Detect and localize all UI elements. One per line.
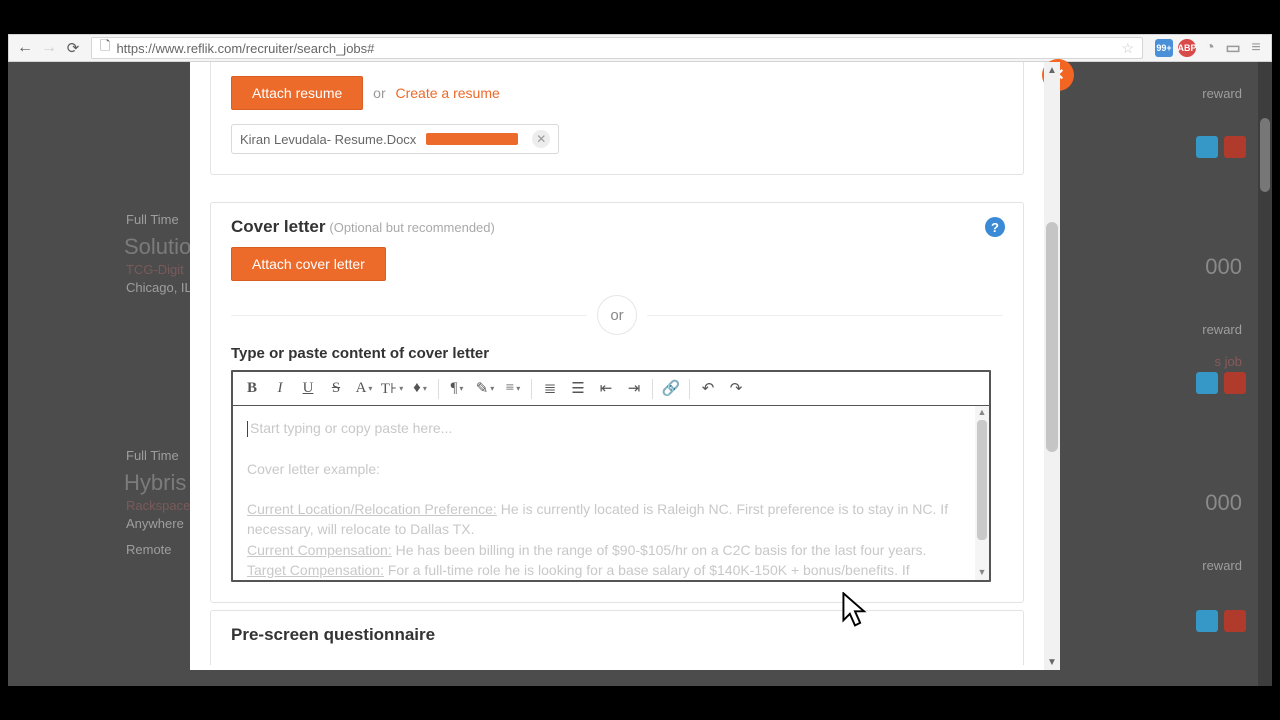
scroll-thumb[interactable] bbox=[1046, 222, 1058, 452]
attach-resume-button[interactable]: Attach resume bbox=[231, 76, 363, 110]
url-field[interactable]: 🗋 https://www.reflik.com/recruiter/searc… bbox=[91, 37, 1143, 59]
browser-toolbar: ← → ⟳ 🗋 https://www.reflik.com/recruiter… bbox=[8, 34, 1272, 62]
scroll-up-icon[interactable]: ▲ bbox=[975, 406, 989, 420]
underline-icon[interactable]: U bbox=[295, 376, 321, 402]
adblock-icon[interactable]: ABP bbox=[1178, 39, 1196, 57]
example-label: Target Compensation: bbox=[247, 562, 384, 578]
outdent-icon[interactable]: ⇤ bbox=[593, 376, 619, 402]
text-color-icon[interactable]: ♦ bbox=[407, 376, 433, 402]
unordered-list-icon[interactable]: ☰ bbox=[565, 376, 591, 402]
bg-location: Chicago, IL bbox=[126, 280, 192, 295]
section-subtitle: (Optional but recommended) bbox=[329, 220, 494, 235]
bg-job: s job bbox=[1215, 354, 1242, 369]
editor-placeholder: Start typing or copy paste here... bbox=[250, 420, 452, 436]
share-row bbox=[1196, 610, 1246, 632]
file-name: Kiran Levudala- Resume.Docx bbox=[240, 132, 416, 147]
globe-icon: 🗋 bbox=[100, 37, 110, 59]
bg-reward: reward bbox=[1202, 86, 1242, 101]
font-family-icon[interactable]: A bbox=[351, 376, 377, 402]
share-row bbox=[1196, 136, 1246, 158]
bg-reward: reward bbox=[1202, 558, 1242, 573]
prescreen-section: Pre-screen questionnaire bbox=[210, 610, 1024, 665]
rich-text-editor: B I U S A T꜔ ♦ ¶ ✎ ≡ ≣ ☰ ⇤ ⇥ 🔗 ↶ ↷ bbox=[231, 370, 991, 582]
upload-progress-bar bbox=[426, 133, 518, 145]
align-icon[interactable]: ≡ bbox=[500, 376, 526, 402]
editor-textarea[interactable]: Start typing or copy paste here... Cover… bbox=[233, 406, 989, 580]
bg-company: TCG-Digit bbox=[126, 262, 184, 277]
googleplus-icon[interactable] bbox=[1224, 136, 1246, 158]
section-title: Pre-screen questionnaire bbox=[231, 625, 435, 644]
url-text: https://www.reflik.com/recruiter/search_… bbox=[116, 41, 374, 56]
italic-icon[interactable]: I bbox=[267, 376, 293, 402]
bookmark-star-icon[interactable]: ☆ bbox=[1121, 40, 1134, 57]
page-scrollbar[interactable] bbox=[1258, 62, 1272, 686]
paragraph-icon[interactable]: ¶ bbox=[444, 376, 470, 402]
help-icon[interactable]: ? bbox=[985, 217, 1005, 237]
attach-cover-letter-button[interactable]: Attach cover letter bbox=[231, 247, 386, 281]
example-heading: Cover letter example: bbox=[247, 461, 380, 477]
font-size-icon[interactable]: T꜔ bbox=[379, 376, 405, 402]
extension-icons: 99+ ABP ◔ ▭ ≡ bbox=[1155, 39, 1265, 57]
highlight-icon[interactable]: ✎ bbox=[472, 376, 498, 402]
share-row bbox=[1196, 372, 1246, 394]
extension-icon[interactable]: ◔ bbox=[1201, 39, 1219, 57]
bg-job-title: Solutio bbox=[124, 234, 191, 260]
or-text: or bbox=[373, 85, 385, 101]
bg-location: Anywhere bbox=[126, 516, 184, 531]
googleplus-icon[interactable] bbox=[1224, 372, 1246, 394]
cover-letter-section: ? Cover letter (Optional but recommended… bbox=[210, 202, 1024, 603]
cast-icon[interactable]: ▭ bbox=[1224, 39, 1242, 57]
bg-reward: reward bbox=[1202, 322, 1242, 337]
type-label: Type or paste content of cover letter bbox=[231, 345, 1003, 362]
modal-scrollbar[interactable]: ▲ ▼ bbox=[1044, 62, 1060, 670]
bg-job-type: Full Time bbox=[126, 448, 179, 463]
example-text: He has been billing in the range of $90-… bbox=[392, 542, 927, 558]
indent-icon[interactable]: ⇥ bbox=[621, 376, 647, 402]
menu-icon[interactable]: ≡ bbox=[1247, 39, 1265, 57]
scroll-thumb[interactable] bbox=[977, 420, 987, 540]
bold-icon[interactable]: B bbox=[239, 376, 265, 402]
editor-scrollbar[interactable]: ▲ ▼ bbox=[975, 406, 989, 580]
bg-job-type: Full Time bbox=[126, 212, 179, 227]
resume-section: Attach resume or Create a resume Kiran L… bbox=[210, 62, 1024, 175]
or-divider: or bbox=[231, 295, 1003, 335]
bg-job-title: Hybris bbox=[124, 470, 186, 496]
bg-company: Rackspace bbox=[126, 498, 190, 513]
back-icon[interactable]: ← bbox=[15, 38, 35, 58]
googleplus-icon[interactable] bbox=[1224, 610, 1246, 632]
bg-amount: 000 bbox=[1205, 490, 1242, 516]
twitter-icon[interactable] bbox=[1196, 372, 1218, 394]
undo-icon[interactable]: ↶ bbox=[695, 376, 721, 402]
reload-icon[interactable]: ⟳ bbox=[63, 38, 83, 58]
redo-icon[interactable]: ↷ bbox=[723, 376, 749, 402]
scroll-down-icon[interactable]: ▼ bbox=[975, 566, 989, 580]
bg-amount: 000 bbox=[1205, 254, 1242, 280]
link-icon[interactable]: 🔗 bbox=[658, 376, 684, 402]
editor-toolbar: B I U S A T꜔ ♦ ¶ ✎ ≡ ≣ ☰ ⇤ ⇥ 🔗 ↶ ↷ bbox=[233, 372, 989, 406]
ordered-list-icon[interactable]: ≣ bbox=[537, 376, 563, 402]
strikethrough-icon[interactable]: S bbox=[323, 376, 349, 402]
uploaded-file-chip: Kiran Levudala- Resume.Docx ✕ bbox=[231, 124, 559, 154]
section-title: Cover letter bbox=[231, 217, 325, 236]
example-label: Current Compensation: bbox=[247, 542, 392, 558]
extension-icon[interactable]: 99+ bbox=[1155, 39, 1173, 57]
submit-candidate-modal: ✕ Attach resume or Create a resume Kiran… bbox=[190, 62, 1060, 670]
forward-icon[interactable]: → bbox=[39, 38, 59, 58]
or-label: or bbox=[597, 295, 637, 335]
example-label: Current Location/Relocation Preference: bbox=[247, 501, 497, 517]
scroll-down-icon[interactable]: ▼ bbox=[1044, 654, 1060, 670]
remove-file-icon[interactable]: ✕ bbox=[532, 130, 550, 148]
bg-remote: Remote bbox=[126, 542, 172, 557]
scroll-thumb[interactable] bbox=[1260, 118, 1270, 192]
scroll-up-icon[interactable]: ▲ bbox=[1044, 62, 1060, 78]
create-resume-link[interactable]: Create a resume bbox=[396, 85, 500, 101]
twitter-icon[interactable] bbox=[1196, 136, 1218, 158]
twitter-icon[interactable] bbox=[1196, 610, 1218, 632]
